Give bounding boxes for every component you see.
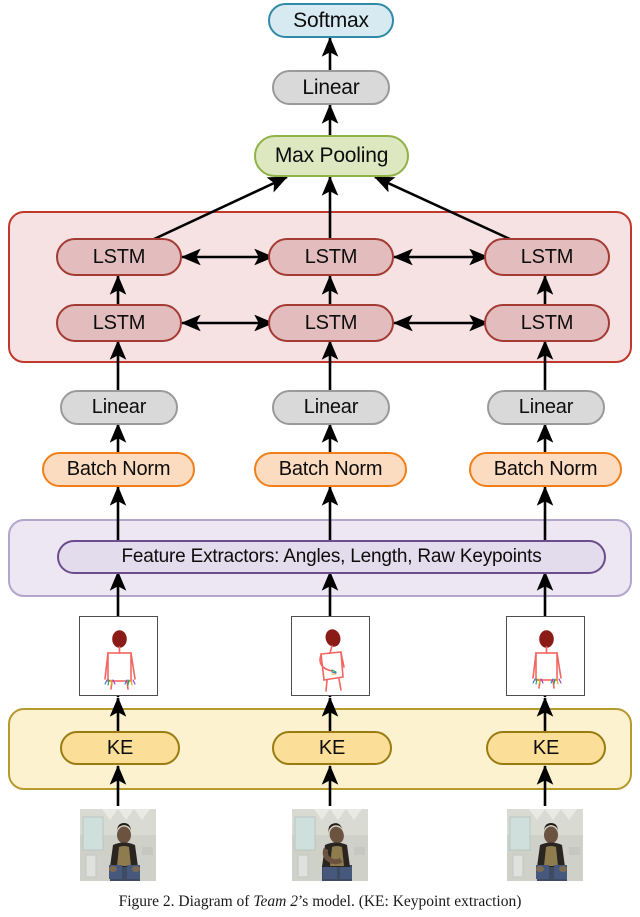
- figure-caption: Figure 2. Diagram of Team 2’s model. (KE…: [0, 893, 640, 911]
- linear-node: Linear: [60, 390, 178, 425]
- lstm-node: LSTM: [484, 304, 610, 342]
- ke-node: KE: [60, 731, 180, 765]
- max-pooling-node: Max Pooling: [254, 135, 409, 177]
- input-frame-photo: [507, 809, 583, 881]
- lstm-node: LSTM: [268, 304, 394, 342]
- lstm-node: LSTM: [56, 238, 182, 276]
- caption-prefix: Figure 2. Diagram of: [118, 893, 254, 910]
- batch-norm-node: Batch Norm: [254, 452, 407, 487]
- softmax-node: Softmax: [268, 3, 394, 38]
- input-frame-photo: [292, 809, 368, 881]
- batch-norm-node: Batch Norm: [42, 452, 195, 487]
- skeleton-frame: [79, 616, 158, 696]
- input-frame-photo: [80, 809, 156, 881]
- batch-norm-node: Batch Norm: [469, 452, 622, 487]
- skeleton-frame: [291, 616, 370, 696]
- caption-suffix: ’s model. (KE: Keypoint extraction): [297, 893, 522, 910]
- feature-extractors-node: Feature Extractors: Angles, Length, Raw …: [57, 540, 606, 574]
- linear-top-node: Linear: [272, 70, 390, 105]
- lstm-node: LSTM: [484, 238, 610, 276]
- ke-node: KE: [272, 731, 392, 765]
- lstm-node: LSTM: [268, 238, 394, 276]
- caption-team-name: Team 2: [253, 893, 298, 910]
- linear-node: Linear: [272, 390, 390, 425]
- skeleton-frame: [506, 616, 585, 696]
- lstm-node: LSTM: [56, 304, 182, 342]
- linear-node: Linear: [487, 390, 605, 425]
- model-architecture-diagram: Softmax Linear Max Pooling LSTM LSTM LST…: [0, 0, 640, 917]
- ke-node: KE: [486, 731, 606, 765]
